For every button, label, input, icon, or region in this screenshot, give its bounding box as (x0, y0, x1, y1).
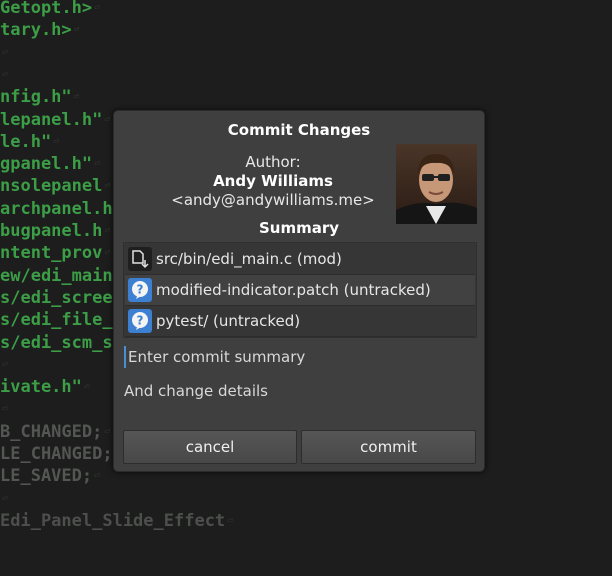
file-path-label: modified-indicator.patch (untracked) (156, 281, 431, 299)
avatar (396, 144, 477, 224)
line-end-icon: ⏎ (94, 471, 100, 482)
code-line: ew/edi_main⏎ (0, 265, 120, 287)
code-line: archpanel.h⏎ (0, 198, 120, 220)
list-item[interactable]: src/bin/edi_main.c (mod) (125, 244, 475, 275)
code-line-text: archpanel.h (0, 198, 113, 219)
line-end-icon: ⏎ (2, 493, 8, 504)
file-path-label: pytest/ (untracked) (156, 312, 301, 330)
code-line-text: B_CHANGED; (0, 421, 103, 442)
code-line-text: lepanel.h" (0, 109, 103, 130)
cancel-button[interactable]: cancel (123, 430, 297, 464)
line-end-icon: ⏎ (104, 226, 110, 236)
line-end-icon: ⏎ (83, 382, 90, 393)
code-line: s/edi_file_⏎ (0, 309, 120, 331)
line-end-icon: ⏎ (2, 69, 8, 80)
code-line: B_CHANGED; ⏎ (0, 421, 110, 443)
code-line: ⏎ (0, 398, 7, 420)
code-line-text: tary.h> (0, 20, 72, 41)
line-end-icon: ⏎ (104, 114, 110, 125)
code-line-text: nfig.h" (0, 87, 72, 108)
list-item[interactable]: ? pytest/ (untracked) (125, 306, 475, 337)
code-line-text: ew/edi_main (0, 265, 113, 286)
commit-button[interactable]: commit (301, 430, 476, 464)
line-end-icon: ⏎ (2, 404, 8, 415)
author-email: <andy@andywilliams.me> (171, 191, 375, 209)
code-line-text: gpanel.h" (0, 154, 93, 175)
code-line-text: bugpanel.h (0, 221, 103, 241)
code-line-text: ivate.h" (0, 377, 82, 398)
code-line: ntent_prov ⏎ (0, 242, 110, 264)
code-line: ivate.h" ⏎ (0, 376, 89, 398)
code-line: s/edi_scree⏎ (0, 287, 120, 309)
line-end-icon: ⏎ (94, 3, 100, 13)
line-end-icon: ⏎ (73, 92, 80, 103)
code-line: gpanel.h" ⏎ (0, 153, 100, 175)
line-end-icon: ⏎ (104, 181, 110, 192)
line-end-icon: ⏎ (53, 136, 59, 147)
line-end-icon: ⏎ (2, 359, 8, 370)
line-end-icon: ⏎ (227, 515, 233, 526)
code-line: nfig.h" ⏎ (0, 86, 79, 108)
file-path-label: src/bin/edi_main.c (mod) (156, 250, 342, 268)
code-line: nsolepanel ⏎ (0, 175, 110, 197)
code-line: LE_SAVED; ⏎ (0, 465, 100, 487)
code-line: ⏎ (0, 488, 7, 510)
dialog-title: Commit Changes (227, 121, 371, 139)
code-line: ⏎ (0, 64, 7, 86)
line-end-icon: ⏎ (94, 159, 100, 170)
line-end-icon: ⏎ (2, 47, 8, 58)
code-line: lepanel.h" ⏎ (0, 109, 110, 131)
author-label: Author: (245, 153, 301, 171)
line-end-icon: ⏎ (104, 426, 110, 437)
author-name: Andy Williams (213, 172, 333, 190)
code-line: LE_CHANGED;⏎ (0, 443, 120, 465)
commit-summary-input[interactable] (124, 346, 480, 368)
line-end-icon: ⏎ (104, 248, 110, 259)
change-details-input[interactable] (124, 382, 476, 428)
code-line: le.h" ⏎ (0, 131, 59, 153)
untracked-help-icon: ? (128, 278, 152, 302)
untracked-help-icon: ? (128, 309, 152, 333)
code-line-text: ntent_prov (0, 243, 103, 264)
svg-text:?: ? (137, 283, 144, 297)
code-line: Edi_Panel_Slide_Effect ⏎ (0, 510, 233, 532)
code-line: ⏎ (0, 354, 7, 376)
line-end-icon: ⏎ (73, 25, 80, 36)
code-line: tary.h> ⏎ (0, 19, 79, 41)
changed-files-list: src/bin/edi_main.c (mod) ? modified-indi… (123, 242, 477, 338)
code-line-text: LE_SAVED; (0, 466, 93, 487)
code-line: Getopt.h> ⏎ (0, 0, 100, 19)
code-line: ⏎ (0, 42, 7, 64)
code-line: s/edi_scm_s⏎ (0, 332, 120, 354)
code-line-text: s/edi_scree (0, 287, 113, 308)
code-line-text: s/edi_scm_s (0, 332, 113, 353)
code-line-text: Edi_Panel_Slide_Effect (0, 510, 226, 531)
summary-heading: Summary (258, 219, 340, 237)
list-item[interactable]: ? modified-indicator.patch (untracked) (125, 275, 475, 306)
code-line-text: le.h" (0, 131, 52, 152)
modified-file-icon (128, 247, 152, 271)
commit-changes-dialog: Commit Changes Author: Andy Williams <an… (113, 110, 485, 472)
svg-text:?: ? (137, 314, 144, 328)
code-line-text: Getopt.h> (0, 0, 93, 18)
code-line-text: nsolepanel (0, 176, 103, 197)
code-line-text: s/edi_file_ (0, 310, 113, 331)
code-line: bugpanel.h ⏎ (0, 220, 110, 242)
code-line-text: LE_CHANGED; (0, 444, 113, 464)
